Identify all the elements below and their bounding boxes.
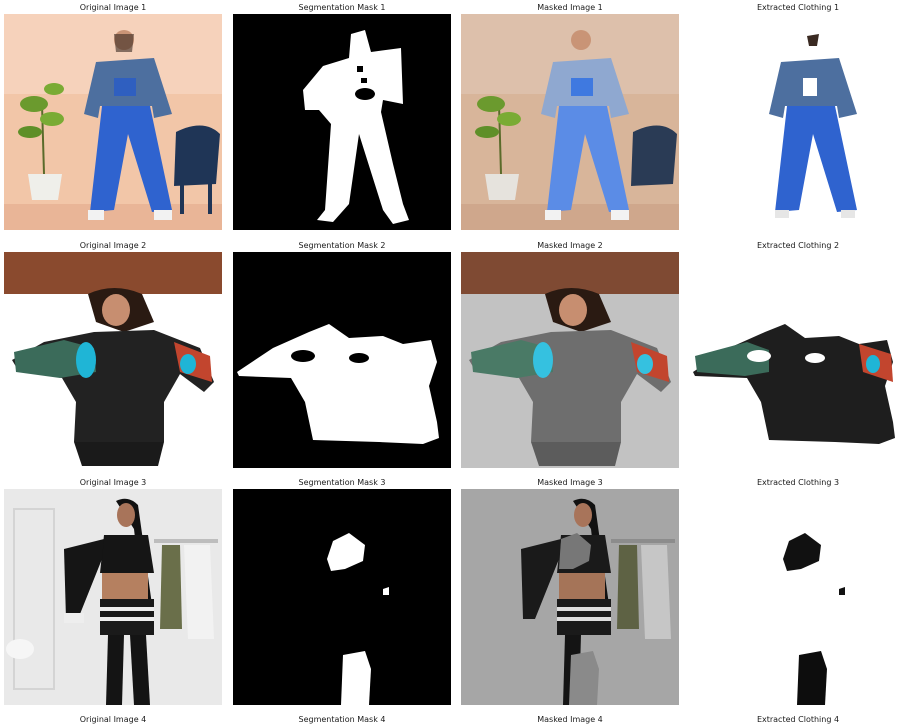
- title-extracted-1: Extracted Clothing 1: [756, 3, 840, 12]
- original-image-3: [4, 489, 222, 705]
- extracted-clothing-2: [689, 252, 907, 468]
- original-image-2: [4, 252, 222, 468]
- title-mask-4: Segmentation Mask 4: [298, 715, 386, 724]
- title-original-1: Original Image 1: [79, 3, 147, 12]
- title-extracted-4: Extracted Clothing 4: [756, 715, 840, 724]
- title-original-4: Original Image 4: [79, 715, 147, 724]
- title-masked-4: Masked Image 4: [537, 715, 603, 724]
- segmentation-mask-3: [233, 489, 451, 705]
- extracted-clothing-1: [689, 14, 907, 230]
- title-extracted-3: Extracted Clothing 3: [756, 478, 840, 487]
- title-masked-3: Masked Image 3: [537, 478, 603, 487]
- title-original-3: Original Image 3: [79, 478, 147, 487]
- title-mask-1: Segmentation Mask 1: [298, 3, 386, 12]
- title-masked-1: Masked Image 1: [537, 3, 603, 12]
- masked-image-3: [461, 489, 679, 705]
- original-image-1: [4, 14, 222, 230]
- masked-image-2: [461, 252, 679, 468]
- title-mask-3: Segmentation Mask 3: [298, 478, 386, 487]
- title-masked-2: Masked Image 2: [537, 241, 603, 250]
- title-extracted-2: Extracted Clothing 2: [756, 241, 840, 250]
- masked-image-1: [461, 14, 679, 230]
- title-original-2: Original Image 2: [79, 241, 147, 250]
- extracted-clothing-3: [689, 489, 907, 705]
- segmentation-mask-1: [233, 14, 451, 230]
- title-mask-2: Segmentation Mask 2: [298, 241, 386, 250]
- segmentation-mask-2: [233, 252, 451, 468]
